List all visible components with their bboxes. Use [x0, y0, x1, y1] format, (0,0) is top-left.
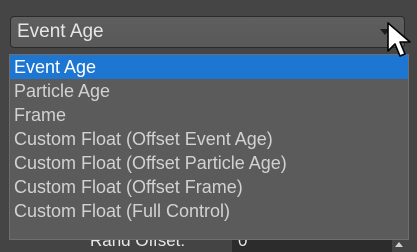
option-particle-age[interactable]: Particle Age	[10, 79, 408, 103]
dropdown-list: Event Age Particle Age Frame Custom Floa…	[9, 54, 409, 240]
option-event-age[interactable]: Event Age	[10, 55, 408, 79]
dialog-area: Event Age Rand Offset: 0 Event Age Parti…	[0, 0, 417, 252]
option-custom-float-offset-frame[interactable]: Custom Float (Offset Frame)	[10, 175, 408, 199]
mouse-cursor-icon	[387, 22, 411, 57]
option-custom-float-offset-event-age[interactable]: Custom Float (Offset Event Age)	[10, 127, 408, 151]
rand-offset-value: 0	[238, 240, 248, 250]
dropdown-selected-value: Event Age	[17, 21, 104, 42]
rand-offset-label: Rand Offset:	[90, 240, 186, 250]
option-custom-float-full-control[interactable]: Custom Float (Full Control)	[10, 199, 408, 223]
time-source-dropdown[interactable]: Event Age	[10, 16, 405, 48]
option-frame[interactable]: Frame	[10, 103, 408, 127]
rand-offset-row: Rand Offset: 0	[0, 240, 417, 252]
option-custom-float-offset-particle-age[interactable]: Custom Float (Offset Particle Age)	[10, 151, 408, 175]
spinner-up-icon[interactable]	[395, 242, 403, 247]
rand-offset-field[interactable]: 0	[232, 240, 392, 252]
